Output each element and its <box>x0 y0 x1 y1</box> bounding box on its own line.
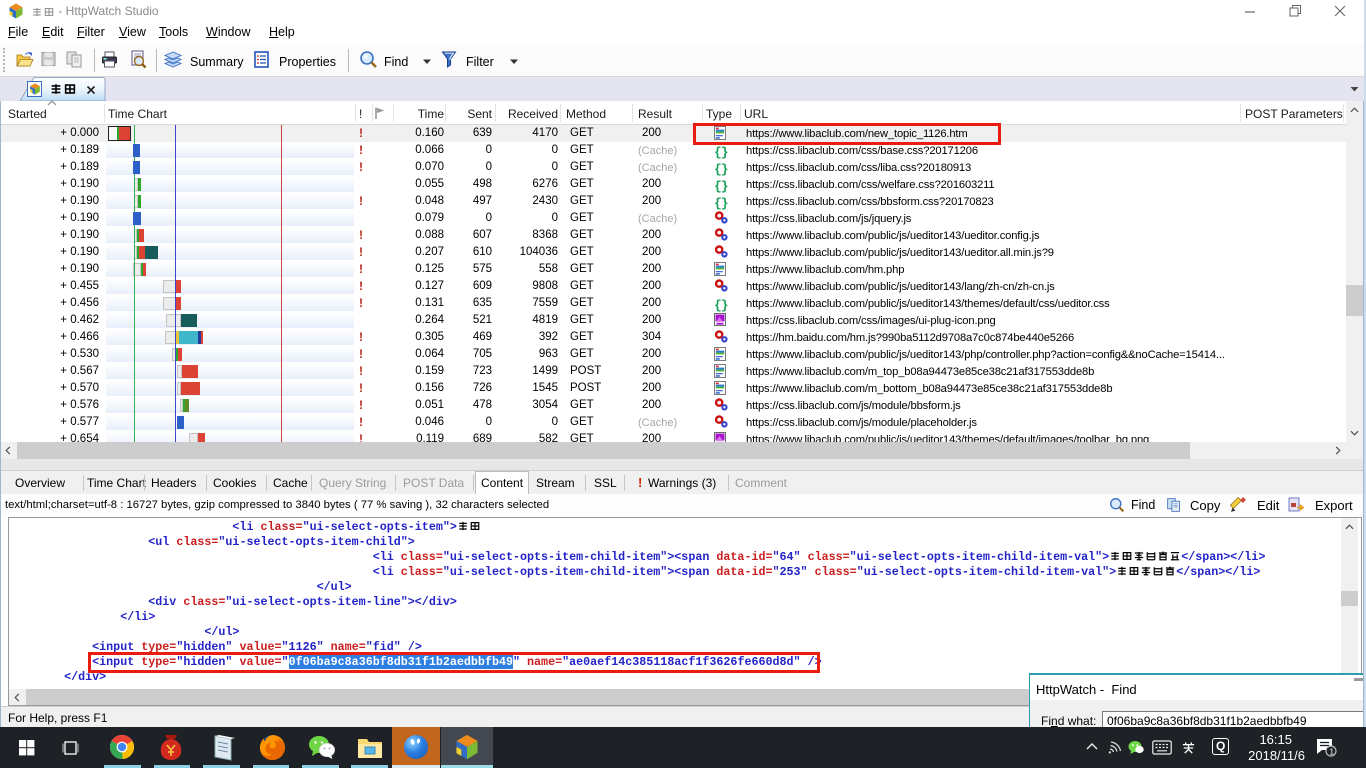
svg-text:1: 1 <box>1330 748 1335 757</box>
